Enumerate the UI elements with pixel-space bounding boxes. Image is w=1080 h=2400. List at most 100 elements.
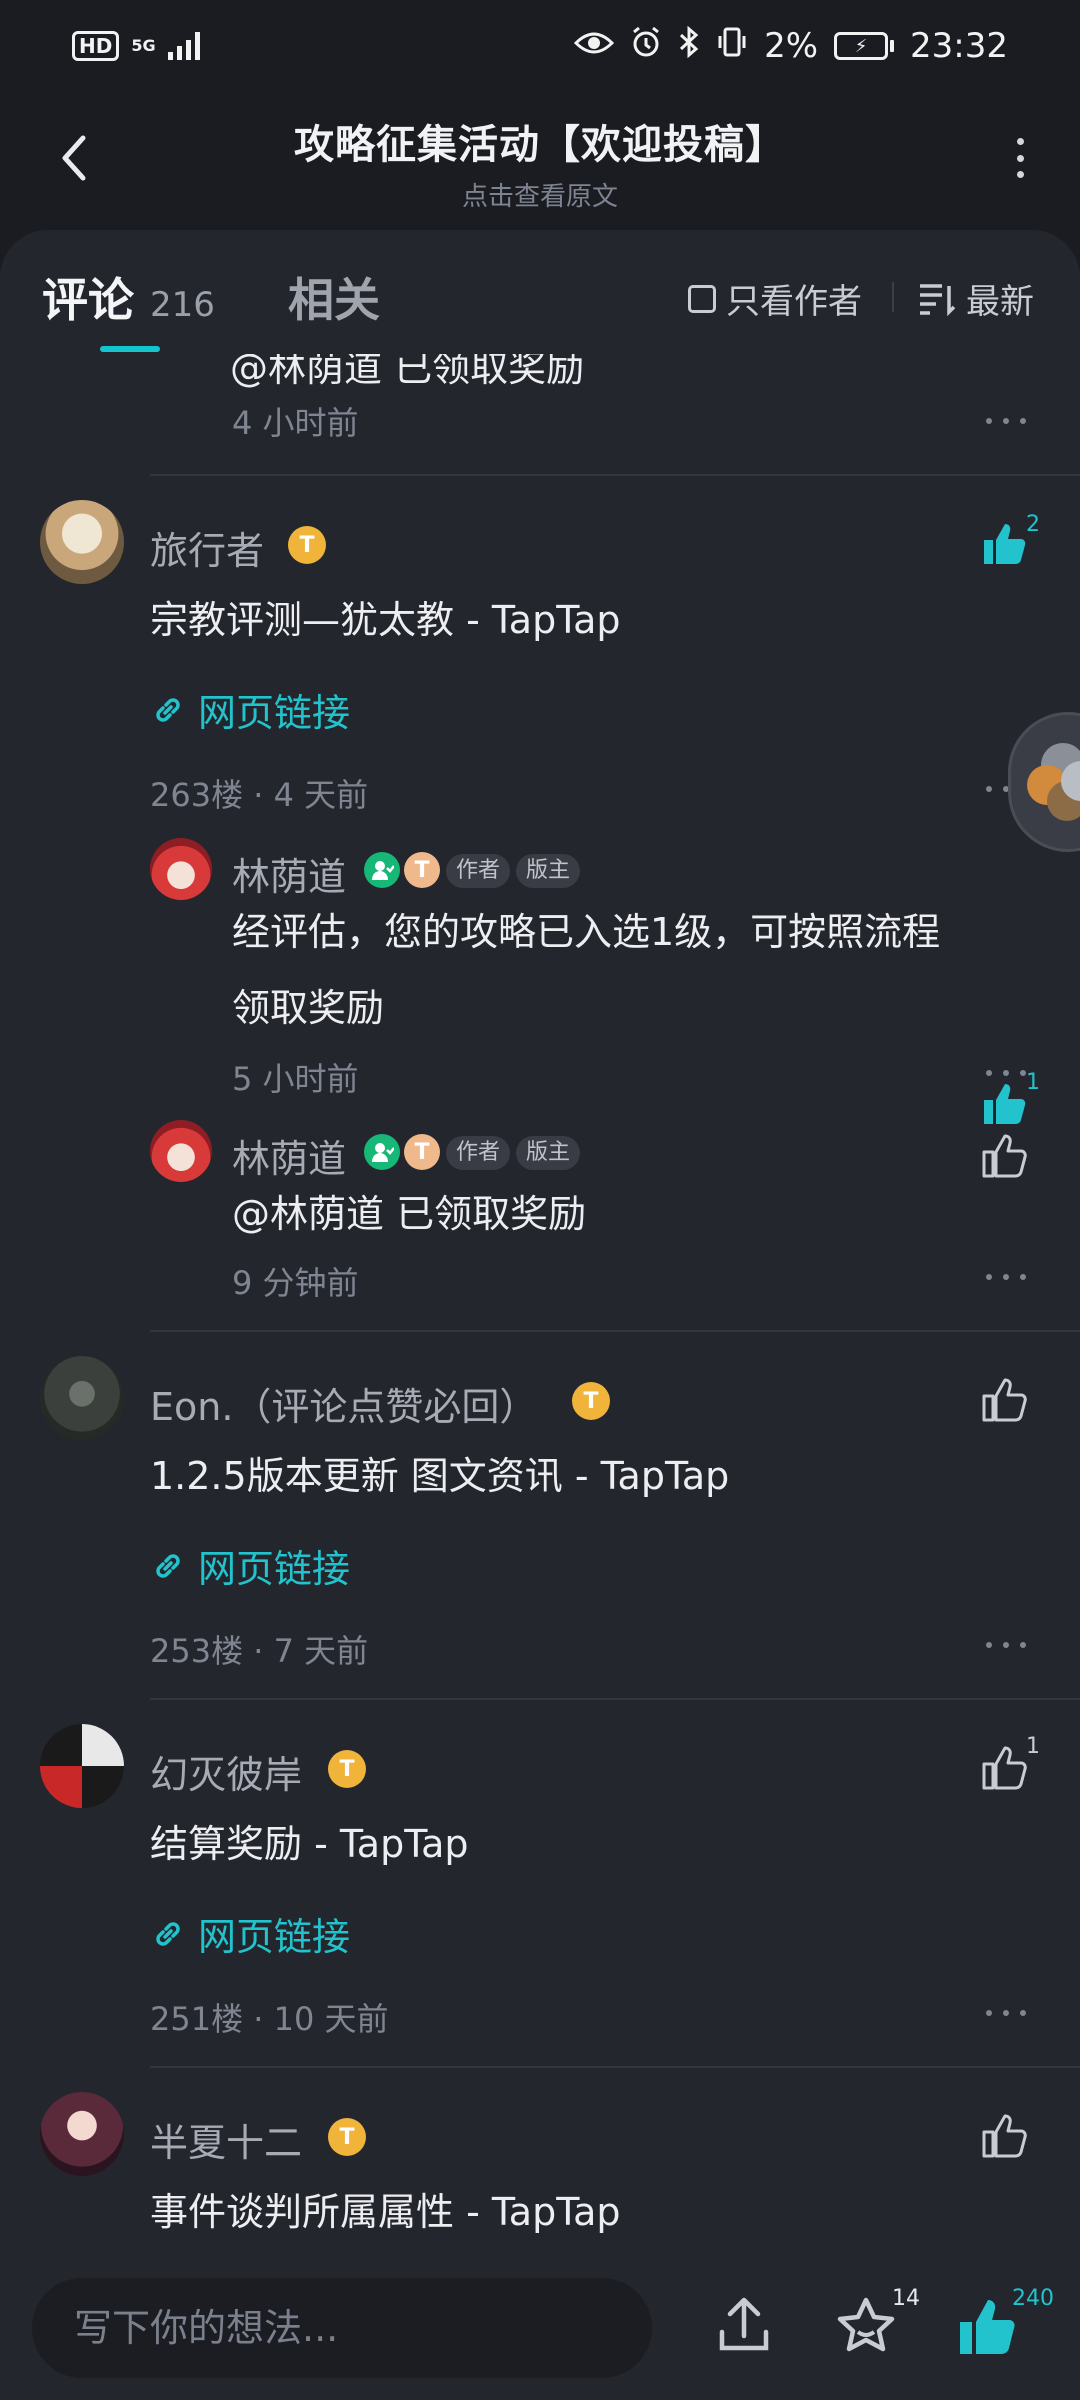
divider <box>150 2066 1080 2068</box>
moderator-tag: 版主 <box>516 854 581 888</box>
clock: 23:32 <box>910 26 1008 66</box>
moderator-tag: 版主 <box>516 1136 581 1170</box>
dot <box>1016 138 1024 145</box>
taptap-badge: T <box>328 2118 366 2156</box>
battery-percent: 2% <box>764 26 819 66</box>
sort-icon <box>920 283 956 316</box>
moderator-icon <box>364 852 400 888</box>
signal-icon <box>167 32 200 60</box>
page-title: 攻略征集活动【欢迎投稿】 <box>294 122 786 168</box>
star-count: 14 <box>892 2286 920 2311</box>
battery-icon: ⚡ <box>834 32 895 60</box>
header: 攻略征集活动【欢迎投稿】 点击查看原文 <box>0 92 1080 232</box>
avatar[interactable] <box>40 500 124 584</box>
comment-text: 宗教评测—犹太教 - TapTap <box>150 598 621 642</box>
reply-text-line1: 经评估，您的攻略已入选1级，可按照流程 <box>232 910 941 954</box>
thumbs-up-filled-icon[interactable] <box>980 1078 1030 1128</box>
dot <box>1016 154 1024 162</box>
web-link[interactable]: 网页链接 <box>150 1538 350 1593</box>
sort-button[interactable]: 最新 <box>918 274 1034 323</box>
reply-avatar[interactable] <box>150 838 212 900</box>
reply-time: 9 分钟前 <box>232 1264 359 1302</box>
avatar[interactable] <box>40 1724 124 1808</box>
comment-text: 结算奖励 - TapTap <box>150 1822 469 1866</box>
moderator-icon <box>364 1134 400 1170</box>
author-tag: 作者 <box>446 1136 511 1170</box>
link-icon <box>156 1921 180 1946</box>
network-label: 5G <box>131 36 156 55</box>
reply-time: 5 小时前 <box>232 1060 359 1098</box>
taptap-badge: T <box>404 852 440 888</box>
author-only-toggle[interactable]: 只看作者 <box>688 274 862 323</box>
thumbs-up-filled-icon[interactable] <box>956 2294 1020 2358</box>
chevron-left-icon <box>62 135 86 181</box>
view-original-link[interactable]: 点击查看原文 <box>160 176 920 213</box>
share-icon[interactable] <box>712 2294 776 2358</box>
reply-author[interactable]: 林荫道 <box>232 1128 346 1183</box>
more-options-button[interactable] <box>986 2010 1026 2016</box>
divider <box>150 1330 1080 1332</box>
comment-text: 1.2.5版本更新 图文资讯 - TapTap <box>150 1454 730 1498</box>
tab-comments-label: 评论 <box>42 273 134 327</box>
more-options-button[interactable] <box>986 1274 1026 1280</box>
checkbox-icon <box>688 284 716 313</box>
link-icon <box>156 1553 180 1578</box>
divider <box>150 474 1080 476</box>
divider <box>150 1698 1080 1700</box>
comments-sheet: @林荫道 已领取奖励 4 小时前 旅行者 T 2 宗教评测—犹太教 - TapT… <box>0 230 1080 2400</box>
thumbs-up-icon[interactable] <box>980 1130 1030 1180</box>
comment-author[interactable]: 幻灭彼岸 <box>150 1744 302 1799</box>
like-count: 2 <box>1026 512 1040 537</box>
comment-meta: 263楼 · 4 天前 <box>150 776 369 814</box>
partial-reply-time: 4 小时前 <box>232 404 359 442</box>
thumbs-up-filled-icon[interactable] <box>980 518 1030 568</box>
web-link[interactable]: 网页链接 <box>150 682 350 737</box>
thumbs-up-icon[interactable] <box>980 1374 1030 1424</box>
like-count: 240 <box>1012 2286 1054 2311</box>
more-options-button[interactable] <box>986 1070 1026 1076</box>
reply-text-line2: 领取奖励 <box>232 986 385 1030</box>
comment-meta: 251楼 · 10 天前 <box>150 2000 389 2038</box>
comment-text: 事件谈判所属属性 - TapTap <box>150 2190 621 2234</box>
comment-author[interactable]: 半夏十二 <box>150 2112 302 2167</box>
taptap-badge: T <box>288 526 326 564</box>
taptap-badge: T <box>404 1134 440 1170</box>
status-left: HD 5G <box>72 31 200 61</box>
reply-author[interactable]: 林荫道 <box>232 846 346 901</box>
more-menu-button[interactable] <box>1000 136 1040 180</box>
comment-author[interactable]: Eon.（评论点赞必回） <box>150 1376 537 1431</box>
flower-icon <box>1027 743 1080 821</box>
reply-avatar[interactable] <box>150 1120 212 1182</box>
more-options-button[interactable] <box>986 418 1026 424</box>
web-link-label: 网页链接 <box>198 691 351 735</box>
like-count: 1 <box>1026 1070 1040 1095</box>
status-right: 2% ⚡ 23:32 <box>573 25 1008 66</box>
avatar[interactable] <box>40 2092 124 2176</box>
title-area[interactable]: 攻略征集活动【欢迎投稿】 点击查看原文 <box>160 112 920 213</box>
comment-author[interactable]: 旅行者 <box>150 520 264 575</box>
like-count: 1 <box>1026 1734 1040 1759</box>
comment-input[interactable] <box>32 2278 652 2378</box>
web-link[interactable]: 网页链接 <box>150 1906 350 1961</box>
avatar[interactable] <box>40 1356 124 1440</box>
tab-comments[interactable]: 评论 216 <box>42 264 215 330</box>
status-bar: HD 5G 2% ⚡ 23:32 <box>0 0 1080 92</box>
vibrate-icon <box>716 26 748 66</box>
eye-icon <box>573 27 615 65</box>
taptap-badge: T <box>572 1382 610 1420</box>
comment-meta: 253楼 · 7 天前 <box>150 1632 369 1670</box>
author-tag: 作者 <box>446 854 511 888</box>
back-button[interactable] <box>44 128 104 188</box>
taptap-badge: T <box>328 1750 366 1788</box>
tab-related[interactable]: 相关 <box>288 264 380 330</box>
sort-label: 最新 <box>966 282 1034 322</box>
web-link-label: 网页链接 <box>198 1915 351 1959</box>
alarm-icon <box>630 26 662 66</box>
more-options-button[interactable] <box>986 1642 1026 1648</box>
floating-widget[interactable] <box>1008 712 1080 852</box>
thumbs-up-icon[interactable] <box>980 2110 1030 2160</box>
star-icon[interactable] <box>834 2294 898 2358</box>
hd-icon: HD <box>72 31 120 61</box>
thumbs-up-icon[interactable] <box>980 1742 1030 1792</box>
bluetooth-icon <box>678 25 700 66</box>
